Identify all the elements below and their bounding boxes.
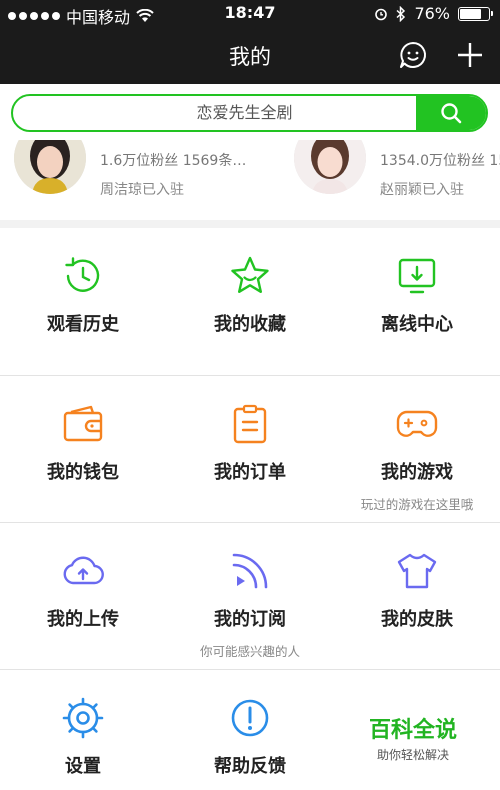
chat-icon[interactable]: [398, 40, 428, 70]
star-fans: 1354.0万位粉丝 15: [380, 153, 500, 169]
shirt-icon: [397, 553, 437, 589]
grid-hint: 你可能感兴趣的人: [199, 644, 300, 659]
grid-label: 我的皮肤: [381, 609, 453, 630]
settings-button[interactable]: 设置: [0, 670, 166, 778]
skins-button[interactable]: 我的皮肤: [334, 523, 500, 631]
download-icon: [398, 258, 436, 294]
watermark-subtitle: 助你轻松解决: [376, 748, 449, 762]
help-button[interactable]: 帮助反馈: [167, 670, 333, 778]
gamepad-icon: [396, 410, 438, 437]
star-joined: 赵丽颖已入驻: [380, 182, 464, 198]
grid-row: 观看历史 我的收藏 离线中心: [0, 228, 500, 376]
help-icon: [231, 699, 269, 737]
star-joined: 周洁琼已入驻: [100, 182, 184, 198]
order-icon: [233, 404, 267, 444]
nav-bar: 我的: [0, 28, 500, 84]
avatar: [14, 140, 86, 194]
grid-label: 我的订阅: [214, 609, 286, 630]
status-bar: 中国移动 18:47 76%: [0, 0, 500, 28]
star-card[interactable]: 1354.0万位粉丝 15 赵丽颖已入驻: [294, 140, 500, 199]
avatar: [294, 140, 366, 194]
search-area: 恋爱先生全剧: [0, 84, 500, 140]
watermark-logo: 百科全说 助你轻松解决: [338, 712, 488, 763]
grid-row: 我的上传 我的订阅 你可能感兴趣的人 我的皮肤: [0, 523, 500, 670]
feature-grid: 观看历史 我的收藏 离线中心 我的钱包 我的订单 我的游戏 玩过的游戏在这里哦 …: [0, 228, 500, 790]
add-icon[interactable]: [456, 41, 484, 69]
subscriptions-button[interactable]: 我的订阅 你可能感兴趣的人: [167, 523, 333, 660]
star-fans: 1.6万位粉丝 1569条…: [100, 153, 247, 169]
battery-percent: 76%: [414, 4, 450, 23]
settings-icon: [62, 697, 104, 739]
games-button[interactable]: 我的游戏 玩过的游戏在这里哦: [334, 376, 500, 513]
grid-label: 设置: [65, 756, 101, 777]
wallet-button[interactable]: 我的钱包: [0, 376, 166, 484]
grid-label: 离线中心: [381, 314, 453, 335]
favorites-button[interactable]: 我的收藏: [167, 228, 333, 336]
battery-icon: [458, 6, 493, 21]
search-bar[interactable]: 恋爱先生全剧: [11, 94, 488, 132]
grid-row: 我的钱包 我的订单 我的游戏 玩过的游戏在这里哦: [0, 376, 500, 523]
grid-label: 我的游戏: [381, 462, 453, 483]
history-icon: [65, 257, 100, 292]
upload-button[interactable]: 我的上传: [0, 523, 166, 631]
search-button[interactable]: [416, 96, 486, 130]
search-icon: [441, 103, 462, 124]
offline-button[interactable]: 离线中心: [334, 228, 500, 336]
battery-level: [460, 8, 482, 19]
watermark-title: 百科全说: [368, 718, 457, 743]
star-icon: [231, 256, 269, 293]
bluetooth-icon: [396, 5, 406, 22]
alarm-icon: [375, 8, 388, 20]
grid-label: 我的钱包: [47, 462, 119, 483]
grid-hint: 玩过的游戏在这里哦: [360, 497, 474, 512]
grid-label: 我的收藏: [214, 314, 286, 335]
star-recommendations: 1.6万位粉丝 1569条… 周洁琼已入驻 1354.0万位粉丝 15 赵丽颖已…: [0, 140, 500, 220]
grid-label: 我的上传: [47, 609, 119, 630]
rss-icon: [232, 553, 268, 589]
history-button[interactable]: 观看历史: [0, 228, 166, 336]
grid-label: 我的订单: [214, 462, 286, 483]
wallet-icon: [63, 405, 103, 442]
upload-cloud-icon: [63, 556, 104, 585]
grid-label: 观看历史: [47, 314, 119, 335]
grid-label: 帮助反馈: [214, 756, 286, 777]
star-card[interactable]: 1.6万位粉丝 1569条… 周洁琼已入驻: [14, 140, 246, 199]
search-input[interactable]: 恋爱先生全剧: [13, 96, 416, 130]
orders-button[interactable]: 我的订单: [167, 376, 333, 484]
